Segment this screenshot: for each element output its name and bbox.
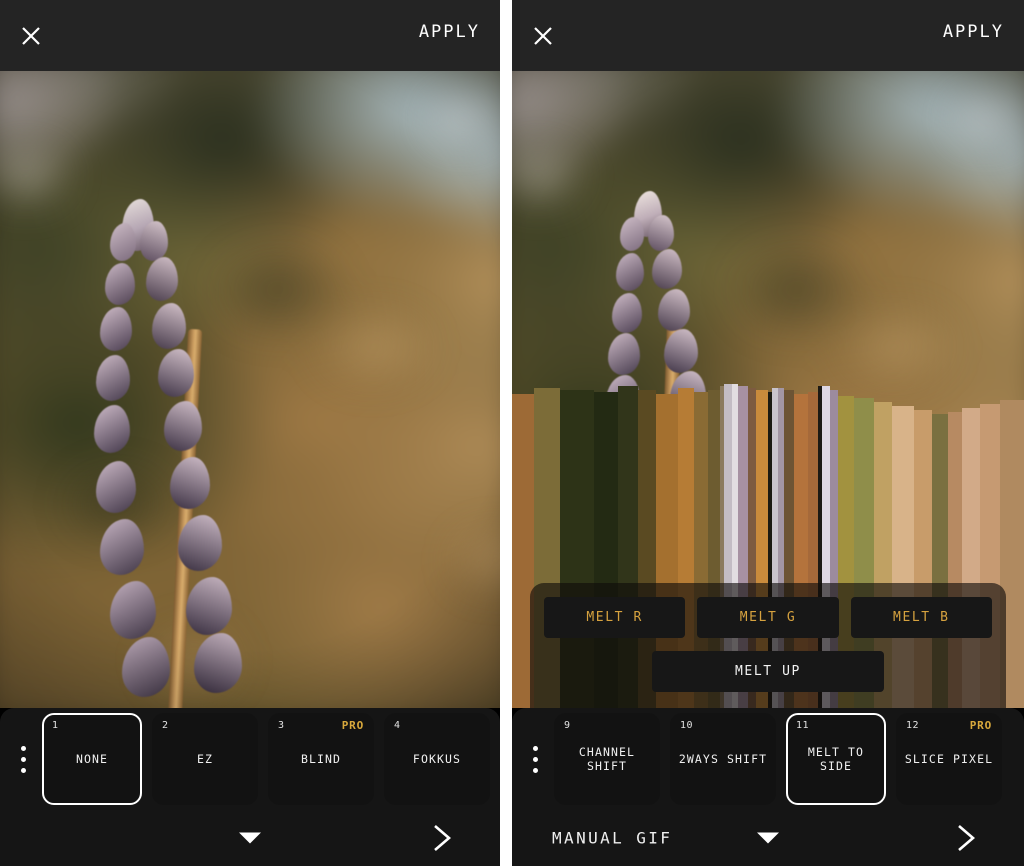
apply-button[interactable]: APPLY <box>417 18 482 46</box>
apply-button[interactable]: APPLY <box>941 18 1006 46</box>
filter-strip-left: 1 NONE 2 EZ 3 PRO BLIND 4 FOKKUS <box>0 708 500 810</box>
filter-card-number: 3 <box>278 720 285 731</box>
filter-card-label: 2WAYS SHIFT <box>678 752 768 766</box>
photo-vignette <box>0 71 500 708</box>
melt-b-button[interactable]: MELT B <box>850 597 992 638</box>
mode-label[interactable]: MANUAL GIF <box>552 829 672 848</box>
filter-card-ez[interactable]: 2 EZ <box>152 713 258 805</box>
filter-card-melt-to-side[interactable]: 11 MELT TO SIDE <box>786 713 886 805</box>
filter-card-number: 10 <box>680 720 694 731</box>
filter-card-number: 12 <box>906 720 920 731</box>
filter-card-label: NONE <box>75 752 109 766</box>
pro-badge: PRO <box>969 719 992 732</box>
filter-card-number: 9 <box>564 720 571 731</box>
melt-r-button[interactable]: MELT R <box>544 597 686 638</box>
photo-image: MELT R MELT G MELT B MELT UP <box>512 71 1024 708</box>
filter-card-number: 2 <box>162 720 169 731</box>
filter-card-number: 1 <box>52 720 59 731</box>
photo-preview-right[interactable]: MELT R MELT G MELT B MELT UP <box>512 71 1024 708</box>
filter-card-label: BLIND <box>300 752 342 766</box>
melt-channel-row: MELT R MELT G MELT B <box>544 597 992 638</box>
top-bar-right: APPLY <box>512 0 1024 71</box>
chevron-right-icon[interactable] <box>428 821 456 855</box>
more-vertical-icon[interactable] <box>520 737 550 781</box>
photo-preview-left[interactable] <box>0 71 500 708</box>
filter-card-label: SLICE PIXEL <box>904 752 994 766</box>
melt-up-button[interactable]: MELT UP <box>652 651 884 692</box>
melt-controls-panel: MELT R MELT G MELT B MELT UP <box>530 583 1006 708</box>
filter-card-list-left[interactable]: 1 NONE 2 EZ 3 PRO BLIND 4 FOKKUS <box>38 713 500 805</box>
filter-strip-right: 9 CHANNEL SHIFT 10 2WAYS SHIFT 11 MELT T… <box>512 708 1024 810</box>
filter-card-label: MELT TO SIDE <box>807 745 865 773</box>
filter-card-channel-shift[interactable]: 9 CHANNEL SHIFT <box>554 713 660 805</box>
filter-card-number: 11 <box>796 720 810 731</box>
melt-g-button[interactable]: MELT G <box>697 597 839 638</box>
filter-card-slice-pixel[interactable]: 12 PRO SLICE PIXEL <box>896 713 1002 805</box>
filter-card-label: FOKKUS <box>412 752 462 766</box>
dock-footer-right: MANUAL GIF <box>512 810 1024 866</box>
filter-card-fokkus[interactable]: 4 FOKKUS <box>384 713 490 805</box>
filter-dock-left: 1 NONE 2 EZ 3 PRO BLIND 4 FOKKUS <box>0 708 500 866</box>
melt-direction-row: MELT UP <box>544 651 992 692</box>
filter-card-none[interactable]: 1 NONE <box>42 713 142 805</box>
filter-card-blind[interactable]: 3 PRO BLIND <box>268 713 374 805</box>
dual-screenshot-container: APPLY 1 NONE 2 EZ 3 PRO BLIND 4 FOKKUS A… <box>0 0 1024 866</box>
filter-card-label: EZ <box>196 752 214 766</box>
filter-card-number: 4 <box>394 720 401 731</box>
screen-right: APPLY MELT R MELT G MELT B MELT UP 9 CHA… <box>512 0 1024 866</box>
chevron-down-icon[interactable] <box>757 832 779 844</box>
top-bar-left: APPLY <box>0 0 500 71</box>
panel-divider <box>500 0 512 866</box>
chevron-down-icon[interactable] <box>239 832 261 844</box>
photo-image <box>0 71 500 708</box>
filter-dock-right: 9 CHANNEL SHIFT 10 2WAYS SHIFT 11 MELT T… <box>512 708 1024 866</box>
screen-left: APPLY 1 NONE 2 EZ 3 PRO BLIND 4 FOKKUS <box>0 0 500 866</box>
filter-card-label: CHANNEL SHIFT <box>578 745 636 773</box>
chevron-right-icon[interactable] <box>952 821 980 855</box>
filter-card-2ways-shift[interactable]: 10 2WAYS SHIFT <box>670 713 776 805</box>
pro-badge: PRO <box>341 719 364 732</box>
filter-card-list-right[interactable]: 9 CHANNEL SHIFT 10 2WAYS SHIFT 11 MELT T… <box>550 713 1024 805</box>
close-icon[interactable] <box>524 17 562 55</box>
dock-footer-left <box>0 810 500 866</box>
more-vertical-icon[interactable] <box>8 737 38 781</box>
close-icon[interactable] <box>12 17 50 55</box>
